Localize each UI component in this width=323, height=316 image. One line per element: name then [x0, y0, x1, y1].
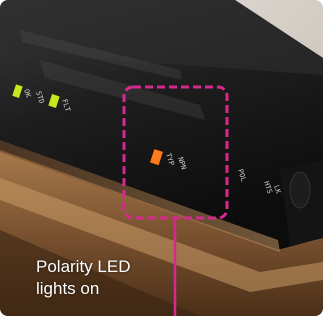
callout-line-1: Polarity LED [36, 257, 131, 276]
callout-label: Polarity LED lights on [36, 256, 130, 300]
callout-line-2: lights on [36, 279, 100, 298]
